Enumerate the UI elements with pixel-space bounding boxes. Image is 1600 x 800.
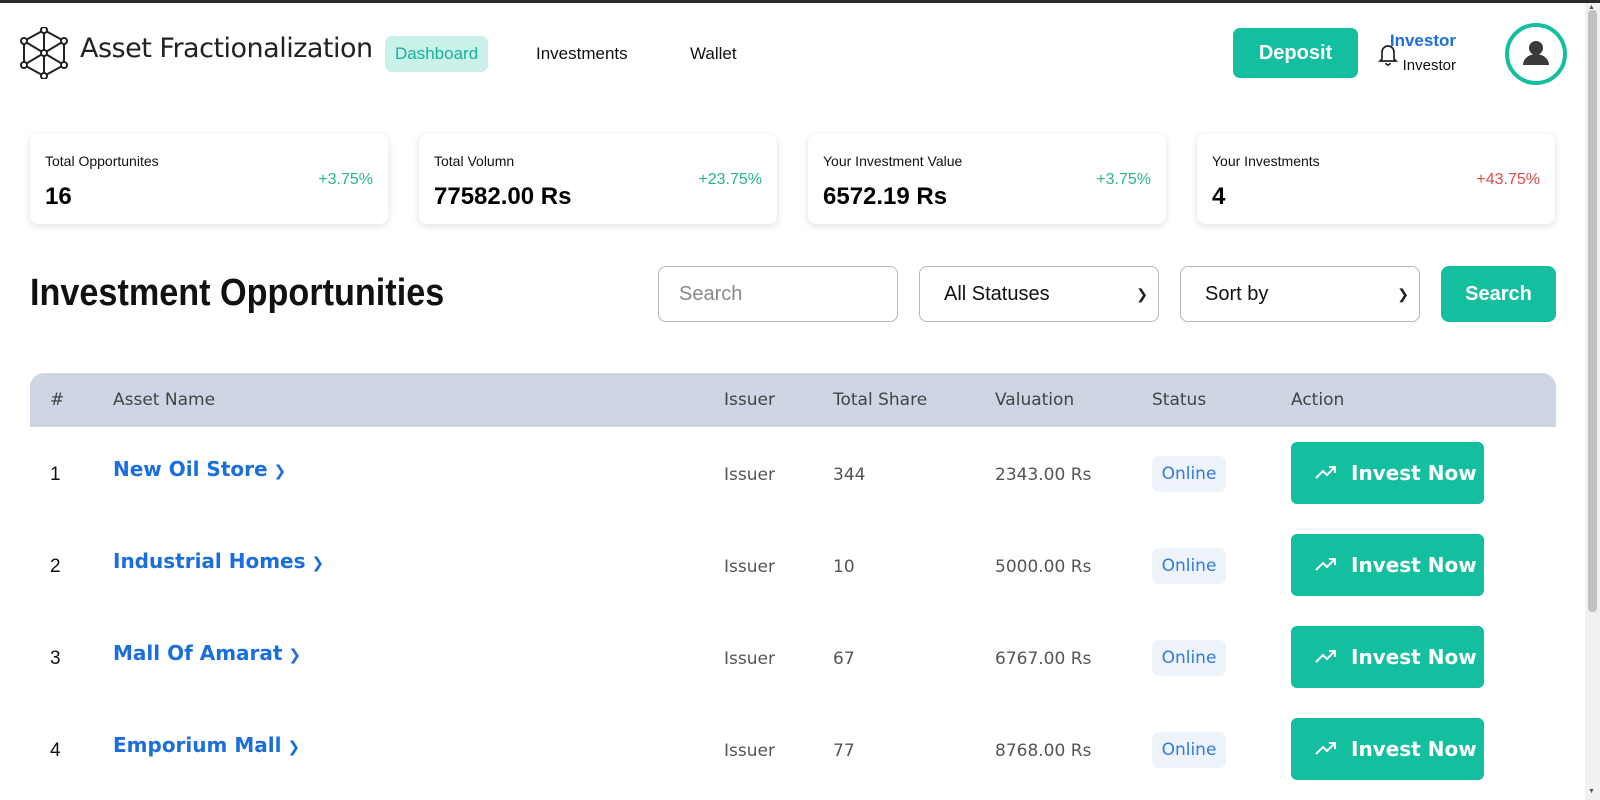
- scroll-down-icon[interactable]: ▼: [1588, 788, 1595, 795]
- stat-value: 6572.19 Rs: [823, 183, 948, 210]
- valuation-cell: 8768.00 Rs: [995, 741, 1092, 761]
- user-avatar[interactable]: [1505, 23, 1567, 85]
- status-badge: Online: [1152, 732, 1226, 768]
- row-index: 2: [50, 556, 61, 577]
- status-badge: Online: [1152, 548, 1226, 584]
- valuation-cell: 6767.00 Rs: [995, 649, 1092, 669]
- user-role: Investor: [1402, 57, 1456, 74]
- row-index: 1: [50, 464, 61, 485]
- stat-change: +3.75%: [1096, 171, 1151, 188]
- stat-card-total-opportunities: Total Opportunites 16 +3.75%: [30, 134, 388, 224]
- chevron-right-icon: ❯: [288, 646, 302, 664]
- deposit-button[interactable]: Deposit: [1233, 28, 1358, 78]
- row-index: 3: [50, 648, 61, 669]
- page-title: Investment Opportunities: [30, 272, 445, 314]
- issuer-cell: Issuer: [724, 465, 775, 485]
- top-navbar: Asset Fractionalization Dashboard Invest…: [0, 3, 1585, 103]
- total-share-cell: 10: [833, 557, 855, 577]
- asset-name-link[interactable]: Emporium Mall ❯: [113, 733, 300, 757]
- stat-label: Total Opportunites: [45, 153, 159, 169]
- issuer-cell: Issuer: [724, 649, 775, 669]
- search-input[interactable]: [658, 266, 898, 322]
- nav-investments[interactable]: Investments: [526, 36, 638, 72]
- stat-change: +3.75%: [318, 171, 373, 188]
- scrollbar-thumb[interactable]: [1588, 10, 1597, 612]
- table-header: # Asset Name Issuer Total Share Valuatio…: [30, 373, 1556, 427]
- issuer-cell: Issuer: [724, 557, 775, 577]
- stat-value: 4: [1212, 183, 1226, 210]
- trending-up-icon: [1315, 650, 1336, 663]
- asset-name-link[interactable]: Mall Of Amarat ❯: [113, 641, 301, 665]
- stat-value: 16: [45, 183, 72, 210]
- chevron-down-icon: ❯: [1136, 286, 1148, 302]
- valuation-cell: 5000.00 Rs: [995, 557, 1092, 577]
- stat-label: Total Volumn: [434, 153, 515, 169]
- column-header-asset-name: Asset Name: [113, 390, 216, 410]
- stat-label: Your Investments: [1212, 153, 1320, 169]
- stat-card-total-volume: Total Volumn 77582.00 Rs +23.75%: [419, 134, 777, 224]
- chevron-right-icon: ❯: [273, 462, 287, 480]
- chevron-right-icon: ❯: [287, 738, 301, 756]
- asset-name-link[interactable]: New Oil Store ❯: [113, 457, 286, 481]
- row-index: 4: [50, 740, 61, 761]
- column-header-index: #: [50, 390, 65, 410]
- scroll-up-icon[interactable]: ▲: [1588, 4, 1595, 11]
- chevron-right-icon: ❯: [311, 554, 325, 572]
- valuation-cell: 2343.00 Rs: [995, 465, 1092, 485]
- invest-now-button[interactable]: Invest Now: [1291, 534, 1484, 596]
- invest-now-button[interactable]: Invest Now: [1291, 442, 1484, 504]
- sort-select[interactable]: Sort by ❯: [1180, 266, 1420, 322]
- stat-label: Your Investment Value: [823, 153, 963, 169]
- stat-change: +43.75%: [1476, 171, 1540, 188]
- total-share-cell: 344: [833, 465, 866, 485]
- chevron-down-icon: ❯: [1397, 286, 1409, 302]
- status-badge: Online: [1152, 640, 1226, 676]
- status-filter-value: All Statuses: [944, 283, 1050, 305]
- asset-name-link[interactable]: Industrial Homes ❯: [113, 549, 324, 573]
- column-header-action: Action: [1291, 390, 1345, 410]
- trending-up-icon: [1315, 742, 1336, 755]
- nav-wallet[interactable]: Wallet: [680, 36, 747, 72]
- table-row: 4 Emporium Mall ❯ Issuer 77 8768.00 Rs On…: [30, 703, 1556, 795]
- stat-change: +23.75%: [698, 171, 762, 188]
- sort-value: Sort by: [1205, 283, 1269, 305]
- stat-card-your-investments: Your Investments 4 +43.75%: [1197, 134, 1555, 224]
- invest-now-button[interactable]: Invest Now: [1291, 718, 1484, 780]
- total-share-cell: 77: [833, 741, 855, 761]
- table-row: 2 Industrial Homes ❯ Issuer 10 5000.00 Rs…: [30, 519, 1556, 611]
- trending-up-icon: [1315, 466, 1336, 479]
- network-cube-icon[interactable]: [20, 27, 68, 79]
- user-name[interactable]: Investor: [1390, 31, 1456, 51]
- nav-dashboard[interactable]: Dashboard: [385, 36, 489, 72]
- invest-now-button[interactable]: Invest Now: [1291, 626, 1484, 688]
- user-avatar-icon: [1523, 41, 1549, 65]
- table-row: 1 New Oil Store ❯ Issuer 344 2343.00 Rs O…: [30, 427, 1556, 519]
- search-button[interactable]: Search: [1441, 266, 1556, 322]
- brand-title[interactable]: Asset Fractionalization: [80, 33, 373, 64]
- status-badge: Online: [1152, 456, 1226, 492]
- column-header-valuation: Valuation: [995, 390, 1075, 410]
- stat-value: 77582.00 Rs: [434, 183, 572, 210]
- issuer-cell: Issuer: [724, 741, 775, 761]
- stat-card-investment-value: Your Investment Value 6572.19 Rs +3.75%: [808, 134, 1166, 224]
- column-header-status: Status: [1152, 390, 1207, 410]
- column-header-total-share: Total Share: [833, 390, 928, 410]
- table-row: 3 Mall Of Amarat ❯ Issuer 67 6767.00 Rs O…: [30, 611, 1556, 703]
- column-header-issuer: Issuer: [724, 390, 775, 410]
- trending-up-icon: [1315, 558, 1336, 571]
- status-filter-select[interactable]: All Statuses ❯: [919, 266, 1159, 322]
- total-share-cell: 67: [833, 649, 855, 669]
